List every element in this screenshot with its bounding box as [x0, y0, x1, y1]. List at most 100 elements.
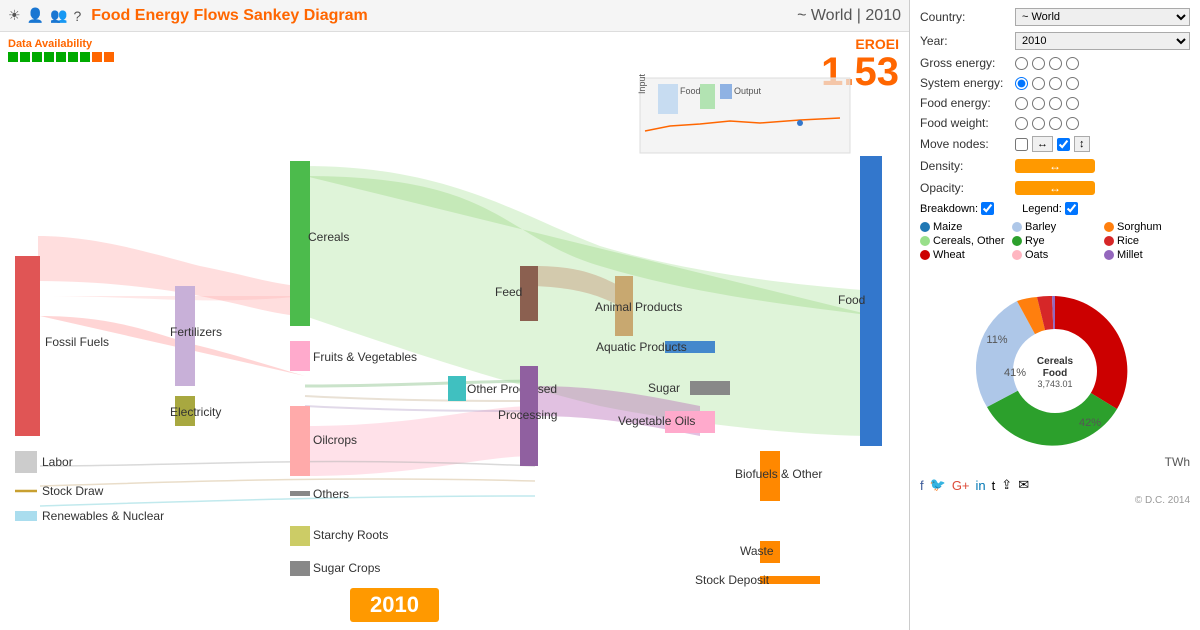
rye-dot — [1012, 236, 1022, 246]
move-nodes-left-right-btn[interactable]: ↔ — [1032, 136, 1053, 152]
food-radio-4[interactable] — [1066, 97, 1079, 110]
move-nodes-controls: ↔ ↕ — [1015, 136, 1190, 152]
label-vegetable-oils: Vegetable Oils — [618, 414, 695, 428]
world-year-label: ~ World | 2010 — [797, 7, 901, 25]
twitter-icon[interactable]: 🐦 — [930, 477, 946, 493]
system-radio-3[interactable] — [1049, 77, 1062, 90]
label-animal-products: Animal Products — [595, 300, 682, 314]
node-sugar[interactable] — [690, 381, 730, 395]
mini-chart-input-bar — [658, 84, 678, 114]
gross-radio-2[interactable] — [1032, 57, 1045, 70]
year-select[interactable]: 2010 — [1015, 32, 1190, 50]
rye-label: Rye — [1025, 235, 1045, 247]
label-other-processed: Other Processed — [467, 382, 557, 396]
gross-radio-1[interactable] — [1015, 57, 1028, 70]
legend-section: Maize Barley Sorghum Cereals, Other Rye … — [920, 221, 1190, 261]
country-label: Country: — [920, 10, 1015, 24]
group-icon[interactable]: 👥 — [50, 7, 67, 24]
oats-dot — [1012, 250, 1022, 260]
country-control[interactable]: ~ World — [1015, 8, 1190, 26]
gross-energy-row: Gross energy: — [920, 56, 1190, 70]
move-nodes-up-down-btn[interactable]: ↕ — [1074, 136, 1090, 152]
weight-radio-3[interactable] — [1049, 117, 1062, 130]
weight-radio-1[interactable] — [1015, 117, 1028, 130]
food-radio-3[interactable] — [1049, 97, 1062, 110]
density-track[interactable]: ↔ — [1015, 159, 1095, 173]
pie-center-label2: Food — [1043, 368, 1067, 379]
node-others[interactable] — [290, 491, 310, 496]
breakdown-checkbox[interactable] — [981, 202, 994, 215]
wheat-label: Wheat — [933, 249, 965, 261]
label-electricity: Electricity — [170, 405, 221, 419]
sankey-svg: Fossil Fuels Fertilizers Electricity Cer… — [0, 36, 905, 616]
barley-dot — [1012, 222, 1022, 232]
food-radio-2[interactable] — [1032, 97, 1045, 110]
google-plus-icon[interactable]: G+ — [952, 478, 970, 493]
food-radio-1[interactable] — [1015, 97, 1028, 110]
node-fruits-veg[interactable] — [290, 341, 310, 371]
person-icon[interactable]: 👤 — [27, 7, 44, 24]
move-nodes-checkbox[interactable] — [1015, 138, 1028, 151]
label-fossil-fuels: Fossil Fuels — [45, 335, 109, 349]
pie-pct-42: 42% — [1079, 417, 1101, 429]
maize-dot — [920, 222, 930, 232]
toolbar-icons: ☀ 👤 👥 ? — [8, 7, 81, 24]
system-radio-2[interactable] — [1032, 77, 1045, 90]
rice-label: Rice — [1117, 235, 1139, 247]
share-icon[interactable]: ⇪ — [1001, 477, 1012, 493]
legend-checkbox[interactable] — [1065, 202, 1078, 215]
legend-renewables-box — [15, 511, 37, 521]
country-select[interactable]: ~ World — [1015, 8, 1190, 26]
system-energy-row: System energy: — [920, 76, 1190, 90]
email-icon[interactable]: ✉ — [1018, 477, 1029, 493]
gross-radio-4[interactable] — [1066, 57, 1079, 70]
label-waste: Waste — [740, 544, 774, 558]
food-energy-label: Food energy: — [920, 96, 1015, 110]
legend-label: Legend: — [1022, 203, 1062, 215]
mini-chart-dot — [797, 120, 803, 126]
label-processing: Processing — [498, 408, 557, 422]
barley-label: Barley — [1025, 221, 1056, 233]
node-fossil-fuels[interactable] — [15, 256, 40, 436]
label-sugar: Sugar — [648, 381, 680, 395]
opacity-slider[interactable]: ↔ — [1015, 180, 1190, 196]
year-control[interactable]: 2010 — [1015, 32, 1190, 50]
move-nodes-checkbox2[interactable] — [1057, 138, 1070, 151]
system-radio-4[interactable] — [1066, 77, 1079, 90]
pie-center-label1: Cereals — [1037, 356, 1074, 367]
fossil-flow-area — [38, 236, 305, 316]
linkedin-icon[interactable]: in — [976, 478, 986, 493]
opacity-track[interactable]: ↔ — [1015, 181, 1095, 195]
food-weight-controls — [1015, 117, 1190, 130]
gross-radio-3[interactable] — [1049, 57, 1062, 70]
node-oilcrops[interactable] — [290, 406, 310, 476]
facebook-icon[interactable]: f — [920, 478, 924, 493]
country-row: Country: ~ World — [920, 8, 1190, 26]
system-radio-1[interactable] — [1015, 77, 1028, 90]
sun-icon[interactable]: ☀ — [8, 7, 21, 24]
sankey-diagram: Fossil Fuels Fertilizers Electricity Cer… — [0, 36, 910, 596]
opacity-arrows: ↔ — [1049, 181, 1061, 195]
label-labor: Labor — [42, 455, 73, 469]
node-sugar-crops[interactable] — [290, 561, 310, 576]
tumblr-icon[interactable]: t — [992, 478, 996, 493]
question-icon[interactable]: ? — [73, 8, 81, 24]
millet-label: Millet — [1117, 249, 1143, 261]
sorghum-dot — [1104, 222, 1114, 232]
breakdown-legend-row: Breakdown: Legend: — [920, 202, 1190, 215]
node-cereals[interactable] — [290, 161, 310, 326]
node-other-processed[interactable] — [448, 376, 466, 401]
legend-rice: Rice — [1104, 235, 1190, 247]
density-row: Density: ↔ — [920, 158, 1190, 174]
food-energy-row: Food energy: — [920, 96, 1190, 110]
weight-radio-4[interactable] — [1066, 117, 1079, 130]
weight-radio-2[interactable] — [1032, 117, 1045, 130]
gross-energy-controls — [1015, 57, 1190, 70]
mini-chart-output-label: Output — [734, 86, 762, 96]
node-feed[interactable] — [520, 266, 538, 321]
density-slider[interactable]: ↔ — [1015, 158, 1190, 174]
label-fruits-veg: Fruits & Vegetables — [313, 350, 417, 364]
mini-chart-input-label: Input — [637, 73, 647, 94]
year-row: Year: 2010 — [920, 32, 1190, 50]
node-starchy-roots[interactable] — [290, 526, 310, 546]
